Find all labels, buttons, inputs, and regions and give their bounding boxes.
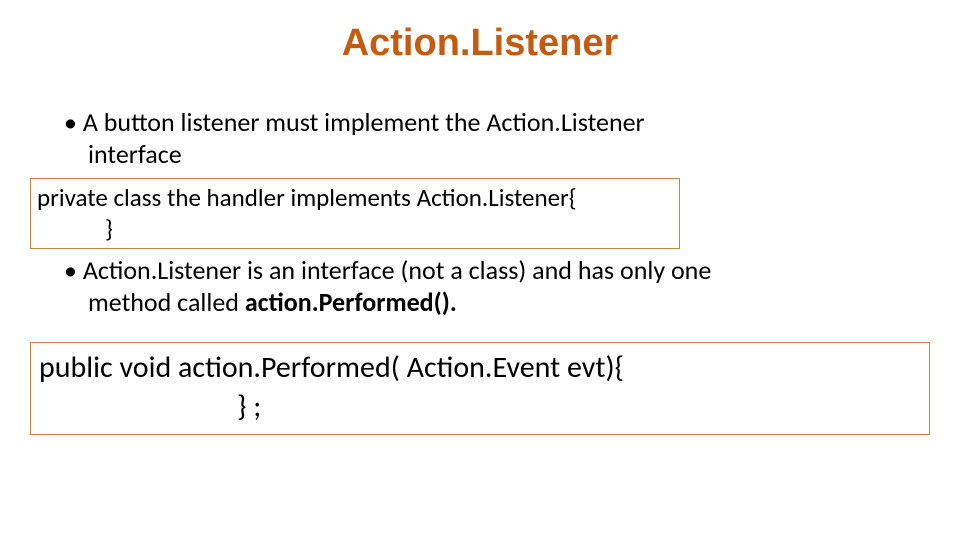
code-1-line-1: private class the handler implements Act… [37,182,673,213]
bullet-2-prefix: method called [88,286,245,318]
bullet-2-line-2: method called action.Performed(). [64,286,920,318]
bullet-1-line-1: • A button listener must implement the A… [64,106,900,138]
code-snippet-box-1: private class the handler implements Act… [30,178,680,249]
bullet-point-2: • Action.Listener is an interface (not a… [64,254,920,318]
bullet-2-bold: action.Performed(). [245,286,457,318]
code-snippet-box-2: public void action.Performed( Action.Eve… [30,342,930,435]
bullet-1-line-2: interface [64,138,900,170]
code-2-line-1: public void action.Performed( Action.Eve… [39,348,921,387]
code-2-line-2: } ; [39,387,921,426]
bullet-point-1: • A button listener must implement the A… [64,106,900,170]
code-1-line-2: } [37,213,673,244]
slide-title: Action.Listener [0,0,960,71]
bullet-2-line-1: • Action.Listener is an interface (not a… [64,254,920,286]
